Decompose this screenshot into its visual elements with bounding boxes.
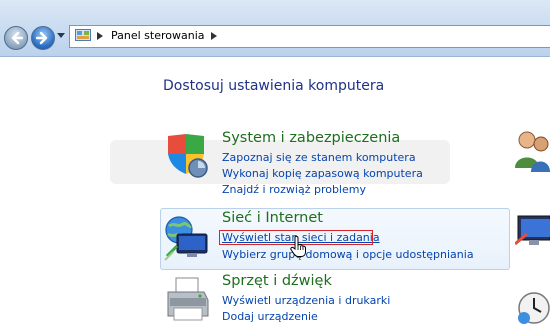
shield-icon	[168, 134, 208, 178]
address-bar[interactable]: Panel sterowania	[69, 25, 550, 48]
breadcrumb-separator-icon[interactable]	[211, 32, 217, 40]
printer-icon	[167, 277, 209, 321]
recent-pages-dropdown-icon[interactable]	[57, 33, 65, 39]
hand-cursor-icon	[290, 236, 306, 257]
forward-arrow-icon	[36, 31, 48, 45]
section-title-network-internet[interactable]: Sieć i Internet	[222, 210, 323, 226]
clock-globe-icon	[518, 292, 550, 324]
appearance-monitor-icon	[515, 215, 550, 246]
back-arrow-icon	[11, 31, 23, 45]
link-find-fix-problems[interactable]: Znajdź i rozwiąż problemy	[222, 183, 366, 196]
page-title: Dostosuj ustawienia komputera	[163, 78, 385, 94]
section-title-system-security[interactable]: System i zabezpieczenia	[222, 130, 400, 146]
forward-button[interactable]	[31, 26, 55, 50]
back-button[interactable]	[4, 26, 28, 50]
link-devices-printers[interactable]: Wyświetl urządzenia i drukarki	[222, 294, 390, 307]
navigation-bar: Panel sterowania	[0, 0, 550, 57]
network-globe-icon	[164, 216, 208, 261]
link-add-device[interactable]: Dodaj urządzenie	[222, 310, 318, 323]
link-homegroup-sharing[interactable]: Wybierz grupę domową i opcje udostępnian…	[222, 248, 474, 261]
breadcrumb-control-panel[interactable]: Panel sterowania	[111, 29, 205, 42]
user-accounts-icon	[515, 131, 550, 172]
link-check-computer-status[interactable]: Zapoznaj się ze stanem komputera	[222, 151, 416, 164]
control-panel-icon	[75, 29, 91, 41]
link-backup-computer[interactable]: Wykonaj kopię zapasową komputera	[222, 167, 423, 180]
breadcrumb-separator-icon[interactable]	[97, 32, 103, 40]
section-title-hardware-sound[interactable]: Sprzęt i dźwięk	[222, 273, 332, 289]
